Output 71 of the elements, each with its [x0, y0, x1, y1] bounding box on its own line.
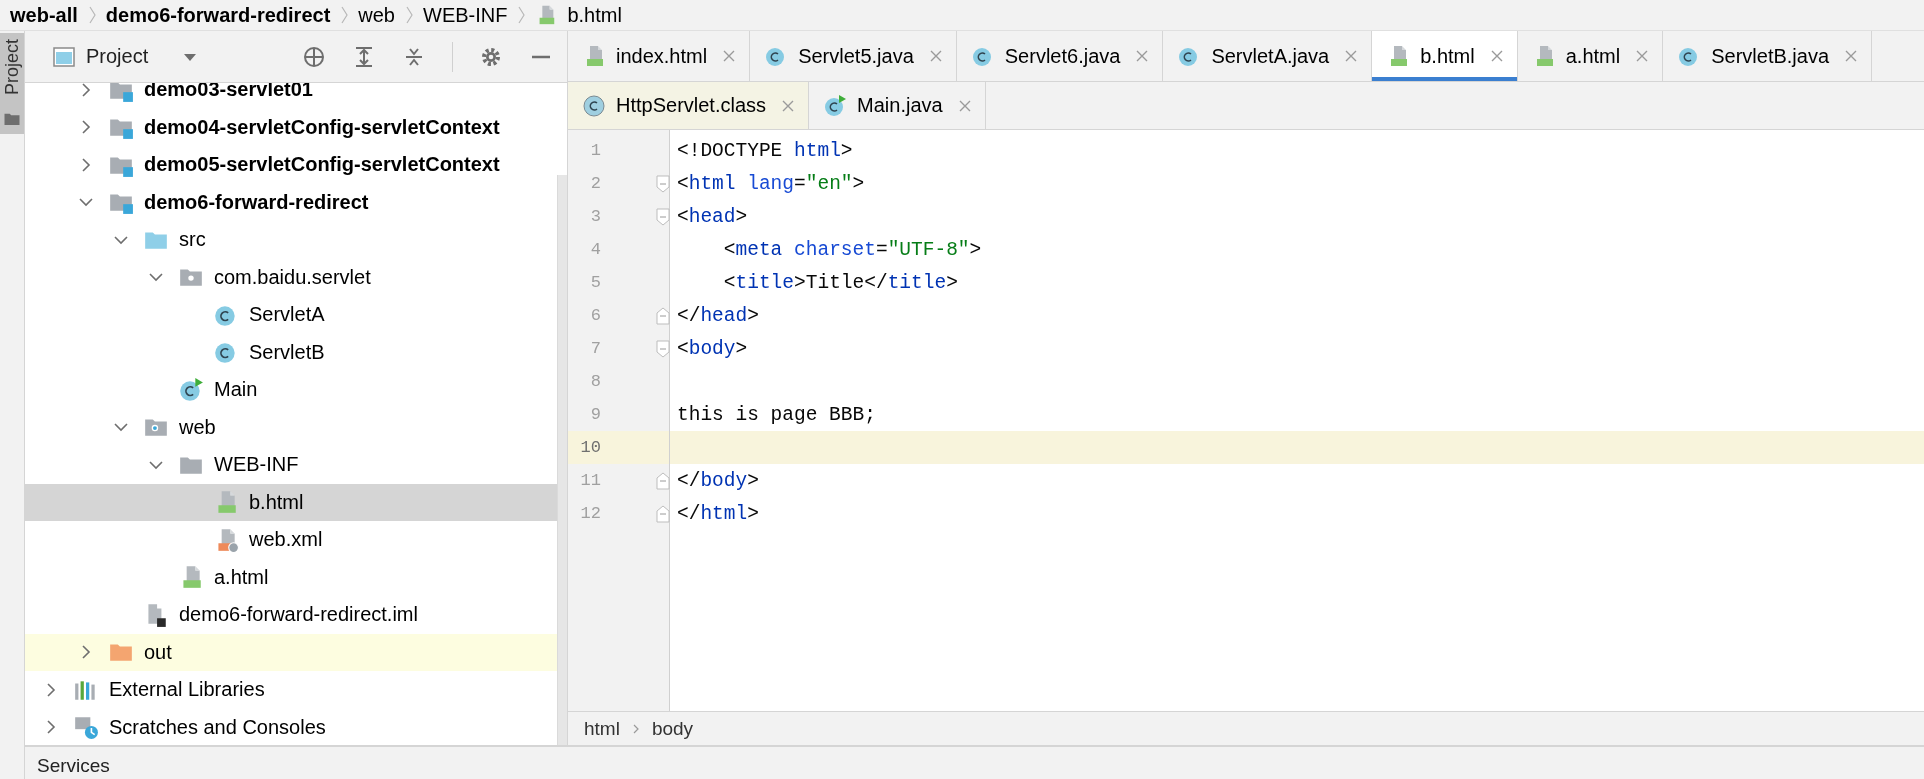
module-folder-icon	[108, 83, 134, 103]
editor-tab[interactable]: HttpServlet.class	[568, 82, 810, 129]
tree-item[interactable]: WEB-INF	[25, 446, 557, 484]
code-line: <head>	[677, 205, 748, 228]
tree-item[interactable]: com.baidu.servlet	[25, 258, 557, 296]
tree-item[interactable]: demo05-servletConfig-servletContext	[25, 146, 557, 184]
tree-item[interactable]: demo04-servletConfig-servletContext	[25, 108, 557, 146]
locate-icon[interactable]	[302, 44, 326, 69]
code-line: <!DOCTYPE html>	[677, 139, 853, 162]
line-number: 7	[589, 339, 601, 358]
line-number: 10	[579, 438, 601, 457]
code-line: <title>Title</title>	[722, 271, 958, 294]
services-tab[interactable]: Services	[37, 753, 110, 779]
fold-marker-icon[interactable]	[656, 339, 670, 358]
code-line: <html lang="en">	[677, 172, 865, 195]
breadcrumb-item[interactable]: b.html	[567, 3, 622, 27]
breadcrumb-item[interactable]: body	[651, 717, 694, 740]
editor-tab[interactable]: Servlet6.java	[956, 31, 1164, 81]
code-line: <meta charset="UTF-8">	[722, 238, 982, 261]
window-icon	[52, 44, 76, 69]
fold-marker-icon[interactable]	[656, 174, 670, 193]
breadcrumb-item[interactable]: WEB-INF	[423, 3, 508, 27]
line-number: 8	[589, 372, 601, 391]
breadcrumb-item[interactable]: demo6-forward-redirect	[105, 3, 331, 27]
breadcrumb-item[interactable]: html	[584, 717, 620, 740]
tree-item[interactable]: demo6-forward-redirect.iml	[25, 596, 557, 634]
editor-tab[interactable]: Main.java	[809, 82, 986, 129]
fold-marker-icon[interactable]	[656, 306, 670, 325]
project-tool-tab[interactable]: Project	[0, 33, 24, 134]
code-line: this is page BBB;	[677, 403, 876, 426]
tree-item[interactable]: out	[25, 633, 557, 671]
line-number: 5	[589, 273, 601, 292]
tree-item[interactable]: b.html	[25, 483, 557, 521]
class-icon	[582, 93, 606, 118]
tree-item[interactable]: src	[25, 221, 557, 259]
line-number: 1	[589, 141, 601, 160]
breadcrumb-item[interactable]: web-all	[10, 3, 78, 27]
tree-item[interactable]: Main	[25, 371, 557, 409]
code-line: <body>	[677, 337, 748, 360]
tree-item[interactable]: web	[25, 408, 557, 446]
fold-marker-icon[interactable]	[656, 207, 670, 226]
tree-item[interactable]: demo6-forward-redirect	[25, 183, 557, 221]
fold-marker-icon[interactable]	[656, 471, 670, 490]
editor-tab[interactable]: index.html	[568, 31, 751, 81]
class-icon	[178, 376, 204, 403]
editor-tab[interactable]: Servlet5.java	[750, 31, 957, 81]
editor-tab[interactable]: a.html	[1517, 31, 1664, 81]
code-line: </head>	[677, 304, 759, 327]
fold-marker-icon[interactable]	[656, 504, 670, 523]
tree-item[interactable]: a.html	[25, 558, 557, 596]
panel-title[interactable]: Project	[86, 45, 149, 68]
line-number: 6	[589, 306, 601, 325]
line-number: 2	[589, 174, 601, 193]
code-line: </body>	[677, 469, 759, 492]
class-icon	[823, 93, 848, 118]
scrollbar[interactable]	[557, 175, 567, 745]
line-number: 11	[579, 471, 601, 490]
code-line: </html>	[677, 502, 759, 525]
clock-icon	[73, 714, 99, 741]
line-number: 3	[589, 207, 601, 226]
tree-item[interactable]: ServletB	[25, 333, 557, 371]
tree-item[interactable]: web.xml	[25, 521, 557, 559]
line-number: 12	[579, 504, 601, 523]
editor-tab[interactable]: b.html	[1372, 31, 1518, 81]
tree-item[interactable]: External Libraries	[25, 671, 557, 709]
breadcrumb-item[interactable]: web	[358, 3, 395, 27]
line-number: 4	[589, 240, 601, 259]
editor-tab[interactable]: ServletB.java	[1663, 31, 1873, 81]
tree-item[interactable]: ServletA	[25, 296, 557, 334]
line-number: 9	[589, 405, 601, 424]
tree-item[interactable]: Scratches and Consoles	[25, 708, 557, 745]
